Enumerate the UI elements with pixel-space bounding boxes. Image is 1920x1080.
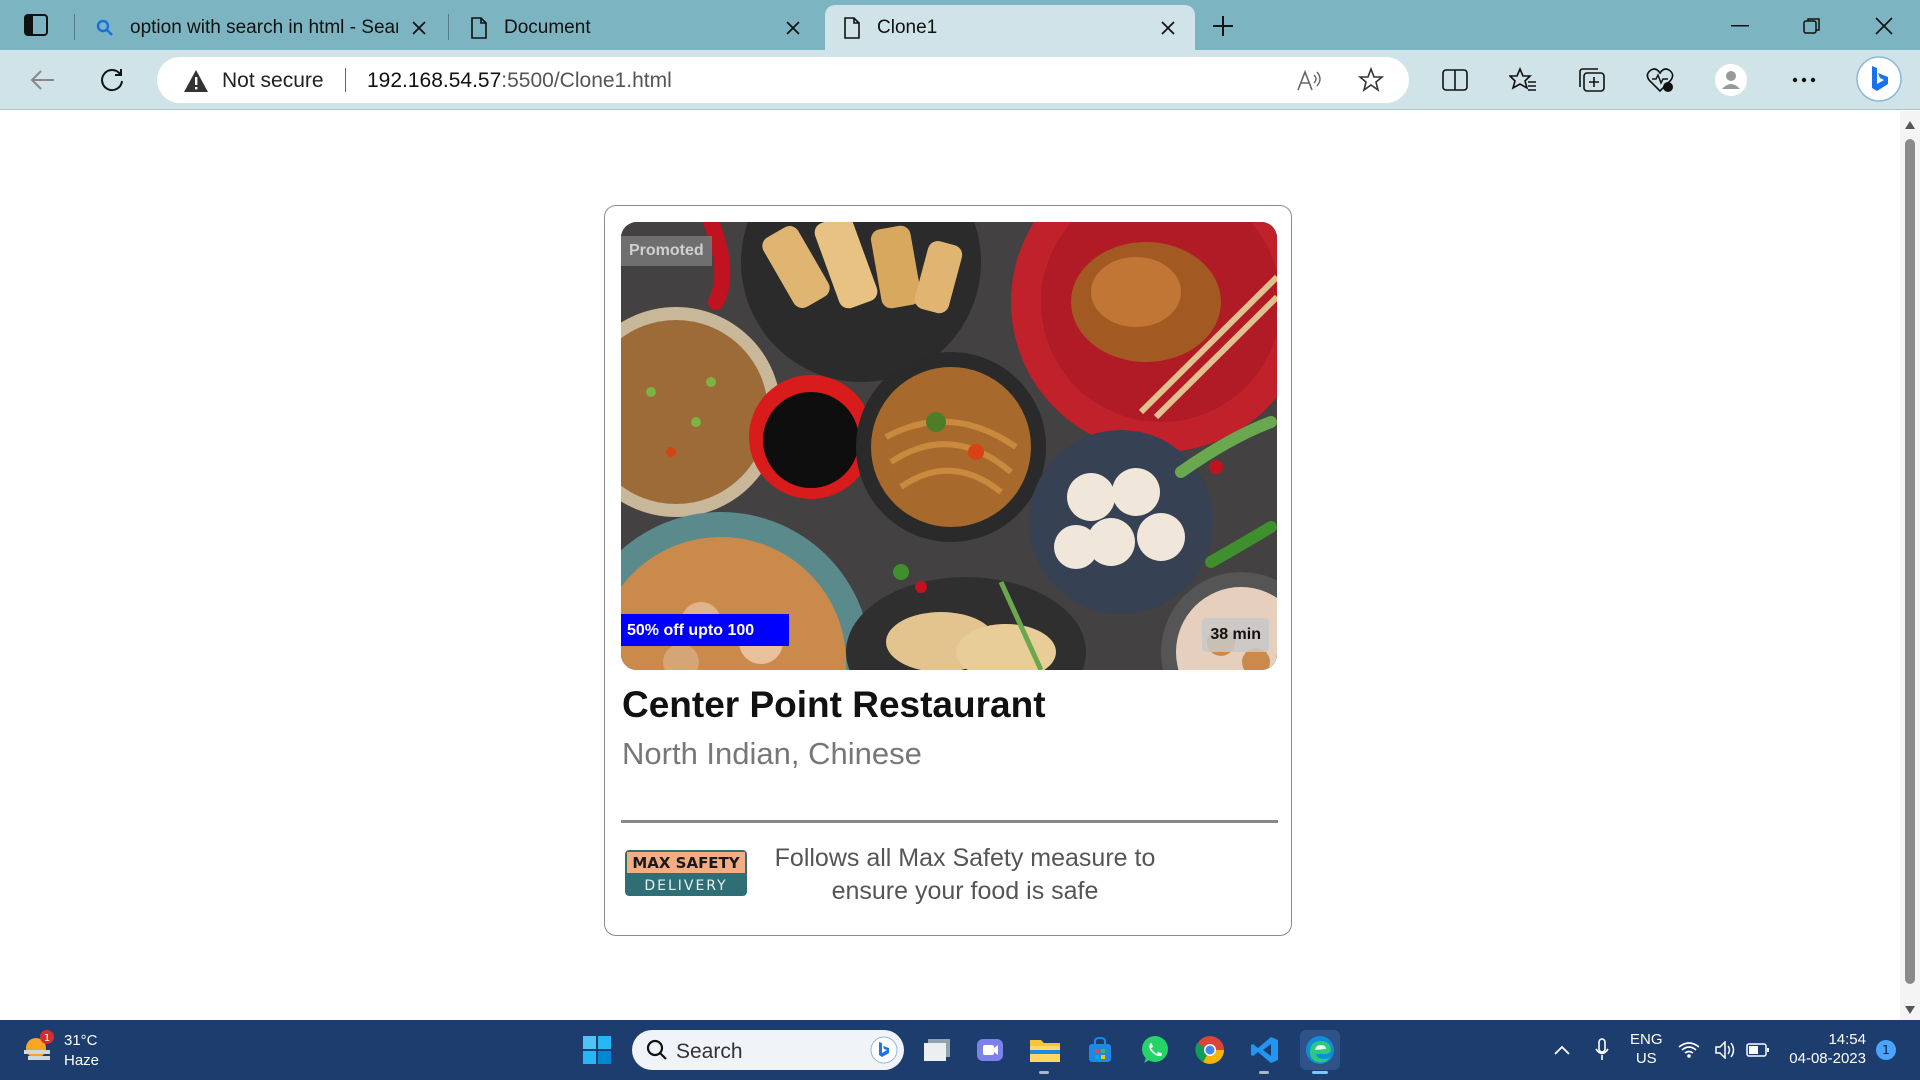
divider <box>621 820 1278 823</box>
volume-icon[interactable] <box>1714 1030 1738 1070</box>
bing-chat-icon[interactable] <box>1856 56 1902 102</box>
weather-temp: 31°C <box>64 1032 98 1049</box>
file-explorer-icon[interactable] <box>1025 1030 1065 1070</box>
tab-separator <box>74 14 75 40</box>
offer-badge: 50% off upto 100 <box>621 614 789 646</box>
tab-document[interactable]: Document <box>452 5 820 50</box>
max-safety-logo: MAX SAFETY DELIVERY <box>625 850 747 896</box>
split-screen-icon[interactable] <box>1437 62 1473 98</box>
wifi-icon[interactable] <box>1677 1030 1701 1070</box>
refresh-icon[interactable] <box>94 62 130 98</box>
edge-icon[interactable] <box>1300 1030 1340 1074</box>
task-view-icon[interactable] <box>917 1030 957 1070</box>
chrome-icon[interactable] <box>1190 1030 1230 1070</box>
restore-icon[interactable] <box>1792 10 1832 42</box>
clock-time: 14:54 <box>1828 1031 1866 1048</box>
vertical-scrollbar[interactable] <box>1900 111 1920 1020</box>
chevron-up-icon[interactable] <box>1542 1030 1582 1070</box>
notification-count: 1 <box>1882 1043 1890 1057</box>
start-icon[interactable] <box>577 1030 617 1070</box>
running-indicator <box>1039 1071 1049 1074</box>
security-label[interactable]: Not secure <box>222 69 324 93</box>
new-tab-icon[interactable] <box>1207 10 1239 42</box>
tab-separator <box>448 14 449 40</box>
logo-text-top: MAX SAFETY <box>632 854 740 872</box>
browser-tab-bar: option with search in html - Sear Docume… <box>0 0 1920 50</box>
windows-taskbar: 1 31°C Haze Search ENG US 14:54 04-08-20… <box>0 1020 1920 1080</box>
food-image[interactable]: Promoted 50% off upto 100 38 min <box>621 222 1277 670</box>
close-tab-icon[interactable] <box>1155 15 1181 41</box>
scrollbar-thumb[interactable] <box>1905 139 1915 984</box>
restaurant-name[interactable]: Center Point Restaurant <box>622 684 1046 726</box>
region-code: US <box>1635 1050 1657 1067</box>
more-options-icon[interactable] <box>1786 62 1822 98</box>
clock-date: 04-08-2023 <box>1789 1050 1866 1067</box>
store-icon[interactable] <box>1080 1030 1120 1070</box>
delivery-time-badge: 38 min <box>1202 618 1269 652</box>
taskbar-search[interactable]: Search <box>632 1030 904 1070</box>
weather-alert-badge: 1 <box>44 1033 50 1044</box>
language-code: ENG <box>1630 1031 1663 1048</box>
close-window-icon[interactable] <box>1864 10 1904 42</box>
tab-title: Clone1 <box>877 16 938 38</box>
notification-badge[interactable]: 1 <box>1874 1030 1898 1070</box>
minimize-icon[interactable] <box>1720 10 1760 42</box>
clock[interactable]: 14:54 04-08-2023 <box>1786 1030 1866 1068</box>
profile-avatar[interactable] <box>1713 62 1749 98</box>
url-path: :5500/Clone1.html <box>501 69 672 92</box>
safety-message: Follows all Max Safety measure to ensure… <box>774 844 1156 905</box>
star-icon[interactable] <box>1357 66 1385 94</box>
url-host: 192.168.54.57 <box>367 69 502 92</box>
bing-icon <box>870 1036 898 1069</box>
promoted-badge: Promoted <box>621 236 712 266</box>
browser-essentials-icon[interactable] <box>1642 62 1678 98</box>
address-bar[interactable]: Not secure 192.168.54.57:5500/Clone1.htm… <box>157 57 1409 103</box>
search-icon <box>646 1039 668 1066</box>
microphone-icon[interactable] <box>1582 1030 1622 1070</box>
language-indicator[interactable]: ENG US <box>1630 1030 1663 1068</box>
scroll-down-icon[interactable] <box>1904 1002 1916 1014</box>
teams-chat-icon[interactable] <box>970 1030 1010 1070</box>
url-text[interactable]: 192.168.54.57:5500/Clone1.html <box>367 69 672 93</box>
logo-text-bottom: DELIVERY <box>644 878 727 894</box>
tab-title: option with search in html - Sear <box>130 16 398 38</box>
close-tab-icon[interactable] <box>406 15 432 41</box>
page-icon <box>466 16 492 39</box>
tab-title: Document <box>504 16 591 38</box>
weather-condition: Haze <box>64 1052 100 1069</box>
tab-actions-icon[interactable] <box>22 12 50 38</box>
close-tab-icon[interactable] <box>780 15 806 41</box>
favorites-icon[interactable] <box>1505 62 1541 98</box>
browser-toolbar: Not secure 192.168.54.57:5500/Clone1.htm… <box>0 50 1920 110</box>
whatsapp-icon[interactable] <box>1135 1030 1175 1070</box>
weather-widget[interactable]: 1 31°C Haze <box>20 1028 99 1069</box>
running-indicator <box>1259 1071 1269 1074</box>
divider <box>345 68 346 92</box>
collections-icon[interactable] <box>1574 62 1610 98</box>
battery-icon[interactable] <box>1744 1030 1772 1070</box>
search-icon <box>92 19 118 37</box>
back-icon[interactable] <box>25 62 61 98</box>
vscode-icon[interactable] <box>1245 1030 1285 1070</box>
cuisine-list: North Indian, Chinese <box>622 736 922 771</box>
warning-icon[interactable] <box>183 69 209 98</box>
read-aloud-icon[interactable] <box>1295 67 1323 95</box>
tab-search-results[interactable]: option with search in html - Sear <box>78 5 446 50</box>
weather-icon: 1 <box>24 1030 54 1060</box>
scroll-up-icon[interactable] <box>1904 117 1916 129</box>
tab-clone1-active[interactable]: Clone1 <box>825 5 1195 50</box>
page-icon <box>839 16 865 39</box>
search-placeholder: Search <box>676 1040 743 1063</box>
restaurant-card[interactable]: Promoted 50% off upto 100 38 min Center … <box>604 205 1292 936</box>
page-viewport: Promoted 50% off upto 100 38 min Center … <box>0 111 1900 1020</box>
